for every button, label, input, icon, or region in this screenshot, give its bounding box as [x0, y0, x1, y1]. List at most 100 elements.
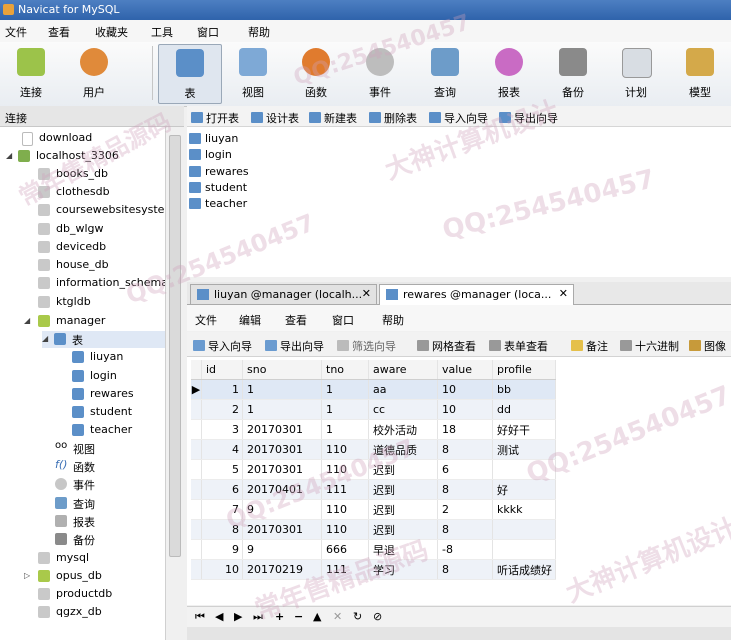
connect-button[interactable]: 连接 [3, 44, 59, 102]
table-cell-profile[interactable] [492, 459, 556, 480]
model-button[interactable]: 模型 [672, 44, 728, 102]
import-wizard-button[interactable]: 导入向导 [193, 338, 252, 354]
data-menu-edit[interactable]: 编辑 [239, 312, 261, 328]
refresh-icon[interactable]: ↻ [353, 610, 362, 623]
query-button[interactable]: 查询 [417, 44, 473, 102]
table-cell-id[interactable]: 1 [201, 379, 243, 400]
table-cell-profile[interactable]: 好好干 [492, 419, 556, 440]
table-cell-id[interactable]: 8 [201, 519, 243, 540]
data-menu-file[interactable]: 文件 [195, 312, 217, 328]
prev-record-icon[interactable]: ◀ [215, 610, 223, 623]
menu-file[interactable]: 文件 [5, 24, 27, 40]
row-header[interactable] [191, 419, 202, 440]
row-header[interactable] [191, 559, 202, 580]
hex-button[interactable]: 十六进制 [620, 338, 679, 354]
data-menu-window[interactable]: 窗口 [332, 312, 354, 328]
table-cell-value[interactable]: 8 [437, 559, 493, 580]
table-cell-sno[interactable]: 20170301 [242, 459, 322, 480]
table-cell-value[interactable]: 8 [437, 519, 493, 540]
table-cell-sno[interactable]: 20170219 [242, 559, 322, 580]
table-cell-id[interactable]: 10 [201, 559, 243, 580]
table-cell-profile[interactable] [492, 539, 556, 560]
table-cell-profile[interactable]: 好 [492, 479, 556, 500]
menu-favorites[interactable]: 收藏夹 [95, 24, 128, 40]
menu-window[interactable]: 窗口 [197, 24, 219, 40]
row-header[interactable] [191, 499, 202, 520]
row-header[interactable] [191, 539, 202, 560]
tab-liuyan[interactable]: liuyan @manager (localh... ✕ [190, 284, 377, 304]
column-header[interactable]: id [201, 360, 243, 380]
table-cell-value[interactable]: 18 [437, 419, 493, 440]
column-header[interactable]: profile [492, 360, 556, 380]
table-cell-tno[interactable]: 110 [321, 499, 369, 520]
table-row[interactable]: 6 20170401 111 迟到 8 好 [191, 479, 556, 500]
table-cell-sno[interactable]: 9 [242, 539, 322, 560]
scrollbar-thumb[interactable] [169, 135, 181, 557]
table-cell-sno[interactable]: 1 [242, 399, 322, 420]
table-cell-aware[interactable]: aa [368, 379, 438, 400]
table-button[interactable]: 表 [158, 44, 222, 104]
first-record-icon[interactable]: ⏮ [195, 610, 205, 624]
table-cell-tno[interactable]: 666 [321, 539, 369, 560]
export-wizard-button[interactable]: 导出向导 [499, 110, 558, 126]
stop-icon[interactable]: ⊘ [373, 610, 382, 623]
table-cell-aware[interactable]: 迟到 [368, 499, 438, 520]
column-header[interactable]: value [437, 360, 493, 380]
next-record-icon[interactable]: ▶ [234, 610, 242, 623]
table-row[interactable]: 7 9 110 迟到 2 kkkk [191, 499, 556, 520]
table-cell-tno[interactable]: 111 [321, 479, 369, 500]
column-header[interactable]: sno [242, 360, 322, 380]
table-cell-tno[interactable]: 1 [321, 399, 369, 420]
design-table-button[interactable]: 设计表 [251, 110, 299, 126]
table-row[interactable]: ▶ 1 1 1 aa 10 bb [191, 379, 556, 400]
add-record-icon[interactable]: + [275, 610, 284, 623]
row-header[interactable] [191, 479, 202, 500]
close-icon[interactable]: ✕ [559, 287, 568, 300]
backup-button[interactable]: 备份 [545, 44, 601, 102]
table-cell-profile[interactable]: 测试 [492, 439, 556, 460]
apply-icon[interactable]: ▲ [313, 610, 321, 623]
table-row[interactable]: 10 20170219 111 学习 8 听话成绩好 [191, 559, 556, 580]
table-cell-tno[interactable]: 110 [321, 439, 369, 460]
filter-wizard-button[interactable]: 筛选向导 [337, 338, 396, 354]
table-cell-profile[interactable]: kkkk [492, 499, 556, 520]
table-cell-value[interactable]: 2 [437, 499, 493, 520]
table-cell-id[interactable]: 9 [201, 539, 243, 560]
column-header[interactable]: tno [321, 360, 369, 380]
open-table-button[interactable]: 打开表 [191, 110, 239, 126]
table-row[interactable]: 4 20170301 110 道德品质 8 测试 [191, 439, 556, 460]
tab-rewares[interactable]: rewares @manager (loca... ✕ [379, 284, 574, 305]
cancel-icon[interactable]: ✕ [333, 610, 342, 623]
form-view-button[interactable]: 表单查看 [489, 338, 548, 354]
table-cell-aware[interactable]: 学习 [368, 559, 438, 580]
image-button[interactable]: 图像 [689, 338, 726, 354]
table-cell-aware[interactable]: 早退 [368, 539, 438, 560]
expand-arrow-icon[interactable]: ▷ [24, 571, 30, 580]
table-row[interactable]: 5 20170301 110 迟到 6 [191, 459, 556, 480]
collapse-arrow-icon[interactable]: ◢ [42, 334, 48, 343]
menu-view[interactable]: 查看 [48, 24, 70, 40]
table-row[interactable]: 3 20170301 1 校外活动 18 好好干 [191, 419, 556, 440]
export-wizard-button[interactable]: 导出向导 [265, 338, 324, 354]
table-cell-sno[interactable]: 20170301 [242, 519, 322, 540]
close-icon[interactable]: ✕ [362, 287, 371, 300]
table-cell-value[interactable]: 10 [437, 399, 493, 420]
table-cell-sno[interactable]: 20170401 [242, 479, 322, 500]
current-row-indicator-icon[interactable]: ▶ [191, 379, 202, 400]
table-cell-aware[interactable]: 道德品质 [368, 439, 438, 460]
row-header[interactable] [191, 399, 202, 420]
view-button[interactable]: 视图 [225, 44, 281, 102]
table-cell-sno[interactable]: 9 [242, 499, 322, 520]
user-button[interactable]: 用户 [66, 44, 122, 102]
menu-tools[interactable]: 工具 [151, 24, 173, 40]
event-button[interactable]: 事件 [352, 44, 408, 102]
tree-item-tables[interactable]: ◢ 表 [42, 331, 165, 348]
menu-help[interactable]: 帮助 [248, 24, 270, 40]
table-cell-value[interactable]: -8 [437, 539, 493, 560]
table-cell-tno[interactable]: 110 [321, 459, 369, 480]
table-cell-tno[interactable]: 1 [321, 419, 369, 440]
new-table-button[interactable]: 新建表 [309, 110, 357, 126]
table-cell-aware[interactable]: 校外活动 [368, 419, 438, 440]
function-button[interactable]: 函数 [288, 44, 344, 102]
table-cell-aware[interactable]: cc [368, 399, 438, 420]
